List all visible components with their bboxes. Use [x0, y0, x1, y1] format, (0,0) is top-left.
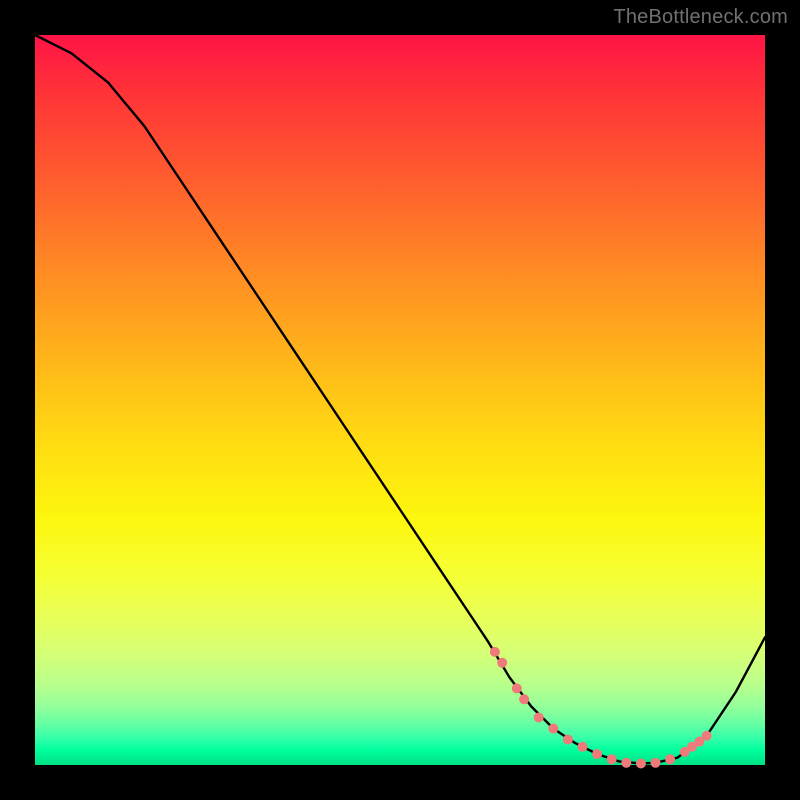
highlight-dot: [497, 658, 507, 668]
chart-stage: TheBottleneck.com: [0, 0, 800, 800]
highlight-dot: [636, 759, 646, 769]
highlight-dot: [607, 754, 617, 764]
highlight-dot: [621, 758, 631, 768]
plot-area: [35, 35, 765, 765]
highlight-dot: [534, 713, 544, 723]
highlight-dot: [563, 735, 573, 745]
bottleneck-curve: [35, 35, 765, 764]
flat-region-dots: [490, 647, 712, 769]
highlight-dot: [592, 749, 602, 759]
highlight-dot: [665, 754, 675, 764]
highlight-dot: [512, 683, 522, 693]
highlight-dot: [519, 694, 529, 704]
chart-svg: [35, 35, 765, 765]
highlight-dot: [702, 731, 712, 741]
highlight-dot: [578, 742, 588, 752]
highlight-dot: [548, 724, 558, 734]
highlight-dot: [651, 758, 661, 768]
watermark-text: TheBottleneck.com: [613, 6, 788, 29]
highlight-dot: [490, 647, 500, 657]
